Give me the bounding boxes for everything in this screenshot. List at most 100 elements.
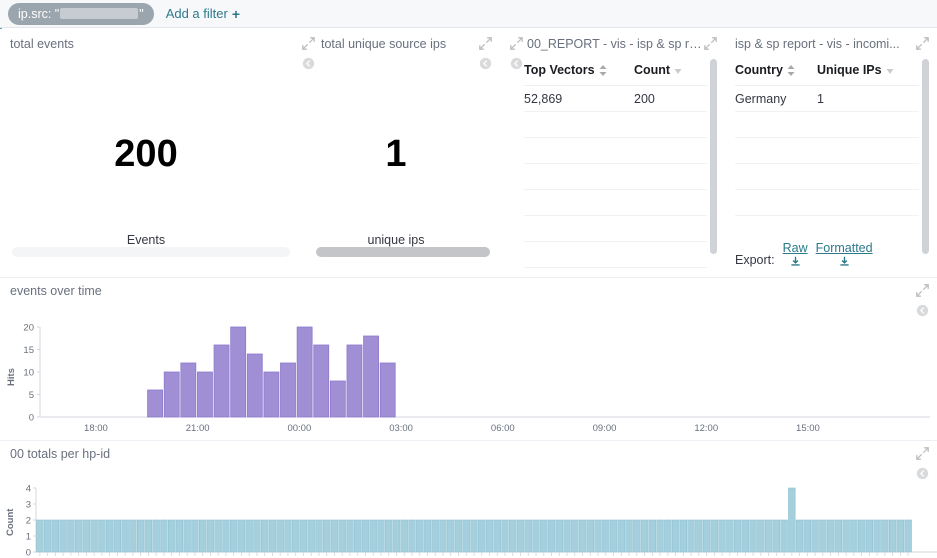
svg-text:3: 3 — [26, 500, 31, 511]
panel-title: total unique source ips — [321, 37, 479, 51]
circle-left-chevron-icon[interactable] — [916, 304, 929, 317]
svg-text:21:00: 21:00 — [186, 423, 210, 434]
panel-title: total events — [10, 37, 74, 51]
expand-arrows-icon[interactable] — [916, 284, 929, 297]
panel-total-events: total events 200 Events — [0, 29, 292, 277]
metric-label: unique ips — [368, 233, 425, 247]
filter-pill-ip-src[interactable]: ip.src: " " — [8, 3, 154, 25]
expand-arrows-icon[interactable] — [916, 447, 929, 460]
add-filter-button[interactable]: Add a filter + — [166, 6, 240, 22]
metric-label: Events — [127, 233, 165, 247]
svg-text:2: 2 — [26, 516, 31, 527]
table-row-empty — [524, 164, 707, 190]
table-row-empty — [524, 216, 707, 242]
sort-both-icon — [787, 65, 795, 76]
export-row: Export: Raw Formatted — [735, 241, 873, 267]
export-label: Export: — [735, 253, 775, 267]
country-table: Country Unique IPs Germany 1 — [735, 59, 919, 216]
svg-text:10: 10 — [23, 368, 34, 379]
panel-title: isp & sp report - vis - incomi... — [735, 37, 916, 51]
filter-bar: ip.src: " " Add a filter + — [0, 0, 937, 28]
export-formatted-link[interactable]: Formatted — [816, 241, 873, 267]
expand-arrows-icon[interactable] — [479, 37, 492, 50]
panel-top-vectors-report: 00_REPORT - vis - isp & sp re... Top Vec… — [500, 29, 725, 277]
svg-text:12:00: 12:00 — [694, 423, 718, 434]
panel-totals-per-hp-id: 00 totals per hp-id 01234Count — [0, 441, 937, 558]
svg-text:06:00: 06:00 — [491, 423, 515, 434]
table-row[interactable]: Germany 1 — [735, 86, 919, 112]
panel-row-top: total events 200 Events total unique — [0, 29, 937, 277]
filter-pill-prefix: ip.src: " — [18, 7, 59, 21]
column-label: Unique IPs — [817, 63, 882, 77]
table-row-empty — [524, 138, 707, 164]
expand-arrows-icon[interactable] — [510, 37, 523, 50]
export-formatted-label: Formatted — [816, 241, 873, 255]
metric-body: 200 Events — [0, 53, 292, 253]
panel-header: isp & sp report - vis - incomi... — [725, 29, 937, 53]
column-header-count[interactable]: Count — [634, 59, 707, 86]
column-header-top-vectors[interactable]: Top Vectors — [524, 59, 634, 86]
vertical-scrollbar[interactable] — [922, 59, 929, 254]
column-header-country[interactable]: Country — [735, 59, 817, 86]
filter-pill-redacted-value — [60, 8, 138, 19]
sort-both-icon — [599, 65, 607, 76]
horizontal-scrollbar-track[interactable] — [12, 247, 290, 257]
svg-text:Hits: Hits — [6, 368, 17, 386]
svg-text:15:00: 15:00 — [796, 423, 820, 434]
panel-header: 00_REPORT - vis - isp & sp re... — [500, 29, 725, 53]
export-raw-link[interactable]: Raw — [783, 241, 808, 267]
panel-total-unique-source-ips: total unique source ips 1 unique ips — [292, 29, 500, 277]
sort-down-icon — [674, 68, 682, 74]
svg-text:Count: Count — [5, 508, 16, 536]
metric-value: 1 — [385, 135, 406, 173]
vertical-scrollbar[interactable] — [710, 59, 717, 254]
sort-down-icon — [886, 68, 894, 74]
table-row-empty — [735, 138, 919, 164]
circle-left-chevron-icon[interactable] — [510, 57, 523, 70]
svg-text:0: 0 — [26, 548, 31, 558]
table-row-empty — [524, 112, 707, 138]
chart-title: 00 totals per hp-id — [0, 441, 110, 461]
expand-arrows-icon[interactable] — [704, 37, 717, 50]
export-raw-label: Raw — [783, 241, 808, 255]
svg-text:18:00: 18:00 — [84, 423, 108, 434]
svg-text:03:00: 03:00 — [389, 423, 413, 434]
table-header-row: Top Vectors Count — [524, 59, 707, 86]
cell-unique-ips: 1 — [817, 86, 919, 112]
table-body: 52,869 200 — [524, 86, 707, 268]
events-over-time-chart: 0510152018:0021:0000:0003:0006:0009:0012… — [0, 317, 937, 457]
circle-left-chevron-icon[interactable] — [916, 467, 929, 480]
svg-text:20: 20 — [23, 323, 34, 334]
svg-text:4: 4 — [26, 484, 31, 495]
panel-country-report: isp & sp report - vis - incomi... Countr… — [725, 29, 937, 277]
table-row-empty — [524, 190, 707, 216]
download-icon — [790, 256, 801, 267]
column-label: Count — [634, 63, 670, 77]
table-body: Germany 1 — [735, 86, 919, 216]
svg-text:15: 15 — [23, 345, 34, 356]
table-row-empty — [735, 112, 919, 138]
column-header-unique-ips[interactable]: Unique IPs — [817, 59, 919, 86]
svg-text:0: 0 — [29, 413, 34, 424]
expand-arrows-icon[interactable] — [302, 37, 315, 50]
svg-text:5: 5 — [29, 390, 34, 401]
panel-header: total unique source ips — [292, 29, 500, 53]
dashboard-root: ip.src: " " Add a filter + total events … — [0, 0, 937, 558]
table-row[interactable]: 52,869 200 — [524, 86, 707, 112]
svg-text:09:00: 09:00 — [593, 423, 617, 434]
cell-top-vector: 52,869 — [524, 86, 634, 112]
expand-arrows-icon[interactable] — [916, 37, 929, 50]
column-label: Country — [735, 63, 783, 77]
plus-icon: + — [232, 6, 240, 22]
table-row-empty — [524, 242, 707, 268]
panel-events-over-time: events over time 0510152018:0021:0000:00… — [0, 278, 937, 440]
chart-title: events over time — [0, 278, 102, 298]
metric-value: 200 — [114, 135, 177, 173]
cell-country: Germany — [735, 86, 817, 112]
horizontal-scrollbar-thumb[interactable] — [316, 247, 490, 257]
table-header-row: Country Unique IPs — [735, 59, 919, 86]
top-vectors-table: Top Vectors Count 52,869 200 — [524, 59, 707, 268]
add-filter-label: Add a filter — [166, 6, 228, 21]
filter-pill-suffix: " — [139, 7, 143, 21]
metric-body: 1 unique ips — [292, 53, 500, 253]
